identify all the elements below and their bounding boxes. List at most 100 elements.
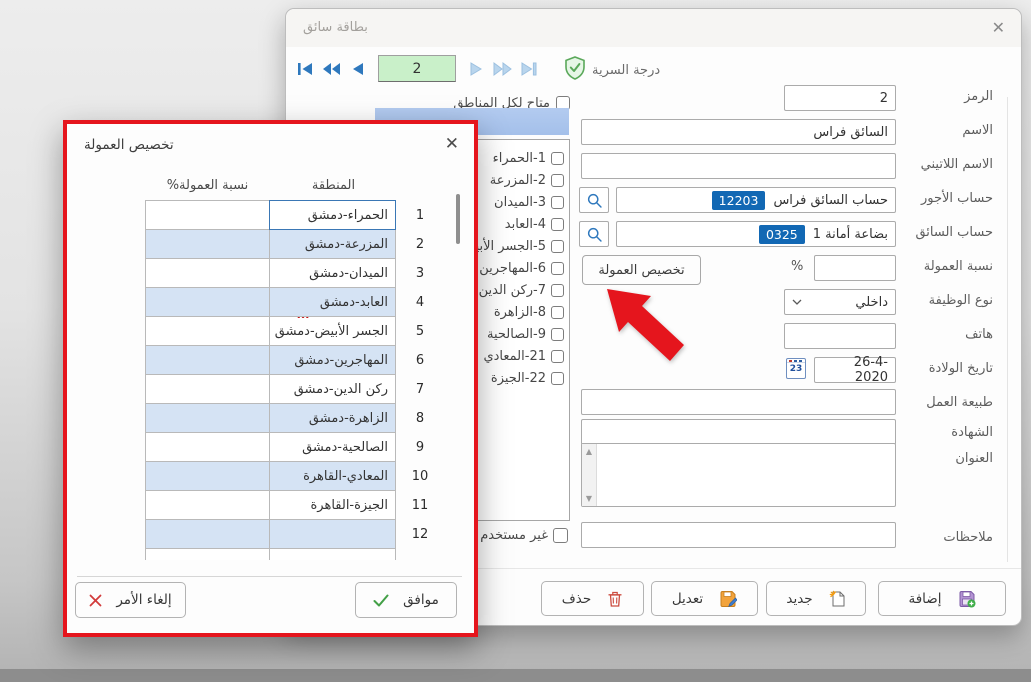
add-button[interactable]: إضافة: [878, 581, 1006, 616]
fast-forward-button[interactable]: [493, 56, 512, 82]
row-region-text: الجيزة-القاهرة: [310, 498, 388, 513]
row-region-cell[interactable]: الصالحية-دمشق: [269, 432, 396, 462]
region-label: 8-الزاهرة: [494, 305, 546, 320]
phone-input[interactable]: [784, 323, 896, 349]
row-region-cell[interactable]: المهاجرين-دمشق: [269, 345, 396, 375]
region-checkbox[interactable]: [551, 350, 564, 363]
row-region-cell[interactable]: الجسر الأبيض-دمشق: [269, 316, 396, 346]
unused-checkbox-row[interactable]: غير مستخدم: [481, 525, 568, 545]
dialog-separator: [77, 576, 462, 577]
scroll-up-icon[interactable]: ▲: [586, 447, 592, 456]
commission-cell[interactable]: [145, 548, 270, 560]
commission-column-header: نسبة العمولة%: [145, 178, 270, 193]
row-region-cell[interactable]: الحمراء-دمشق: [269, 200, 396, 230]
commission-cell[interactable]: [145, 345, 270, 375]
commission-cell[interactable]: [145, 490, 270, 520]
row-region-cell[interactable]: الجيزة-القاهرة: [269, 490, 396, 520]
region-checkbox[interactable]: [551, 262, 564, 275]
wages-account-input[interactable]: حساب السائق فراس 12203: [616, 187, 896, 213]
row-region-text: الزاهرة-دمشق: [309, 411, 388, 426]
certificate-input[interactable]: [581, 419, 896, 445]
commission-cell[interactable]: [145, 432, 270, 462]
edit-button[interactable]: تعديل: [651, 581, 758, 616]
commission-cell[interactable]: [145, 374, 270, 404]
commission-cell[interactable]: [145, 200, 270, 230]
row-region-cell[interactable]: ركن الدين-دمشق: [269, 374, 396, 404]
row-number: 12: [396, 519, 444, 549]
region-checkbox[interactable]: [551, 306, 564, 319]
job-type-select[interactable]: داخلي: [784, 289, 896, 315]
fast-back-button[interactable]: [322, 56, 341, 82]
row-number: 8: [396, 403, 444, 433]
commission-input[interactable]: [814, 255, 896, 281]
first-record-button[interactable]: [296, 56, 315, 82]
table-row: الحمراء-دمشق 1: [145, 200, 445, 230]
code-input[interactable]: 2: [784, 85, 896, 111]
right-separator: [1007, 97, 1008, 562]
previous-record-button[interactable]: [348, 56, 367, 82]
row-region-cell[interactable]: المزرعة-دمشق: [269, 229, 396, 259]
calendar-day: 23: [787, 363, 805, 376]
row-number: 10: [396, 461, 444, 491]
address-scrollbar[interactable]: ▲ ▼: [582, 444, 597, 506]
name-input[interactable]: السائق فراس: [581, 119, 896, 145]
region-checkbox[interactable]: [551, 284, 564, 297]
commission-cell[interactable]: [145, 316, 270, 346]
assign-commission-button[interactable]: تخصيص العمولة: [582, 255, 701, 285]
table-row: المهاجرين-دمشق 6: [145, 345, 445, 375]
commission-cell[interactable]: [145, 287, 270, 317]
region-checkbox[interactable]: [551, 196, 564, 209]
region-checkbox[interactable]: [551, 218, 564, 231]
region-checkbox[interactable]: [551, 152, 564, 165]
row-number: 9: [396, 432, 444, 462]
commission-cell[interactable]: [145, 461, 270, 491]
commission-cell[interactable]: [145, 258, 270, 288]
window-title: بطاقة سائق: [303, 20, 368, 35]
next-record-button[interactable]: [467, 56, 486, 82]
row-number: 1: [396, 200, 444, 230]
commission-cell[interactable]: [145, 403, 270, 433]
birth-date-input[interactable]: 26-4-2020: [814, 357, 896, 383]
close-icon[interactable]: ✕: [992, 18, 1005, 38]
scroll-down-icon[interactable]: ▼: [586, 494, 592, 503]
new-button[interactable]: جديد: [766, 581, 866, 616]
table-row: العابد-دمشق 4: [145, 287, 445, 317]
save-edit-icon: [719, 590, 737, 608]
delete-button[interactable]: حذف: [541, 581, 644, 616]
latin-name-input[interactable]: [581, 153, 896, 179]
row-region-cell[interactable]: العابد-دمشق: [269, 287, 396, 317]
close-icon[interactable]: ✕: [445, 134, 459, 154]
notes-input[interactable]: [581, 522, 896, 548]
row-region-cell[interactable]: المعادي-القاهرة: [269, 461, 396, 491]
ok-button[interactable]: موافق: [355, 582, 457, 618]
row-region-text: المهاجرين-دمشق: [294, 353, 388, 368]
region-label: 7-ركن الدين: [479, 283, 546, 298]
region-checkbox[interactable]: [551, 328, 564, 341]
region-checkbox[interactable]: [551, 240, 564, 253]
row-region-cell[interactable]: [269, 548, 396, 560]
cancel-button[interactable]: إلغاء الأمر: [75, 582, 186, 618]
row-region-cell[interactable]: الزاهرة-دمشق: [269, 403, 396, 433]
row-region-cell[interactable]: [269, 519, 396, 549]
commission-cell[interactable]: [145, 519, 270, 549]
job-type-value: داخلي: [855, 295, 888, 310]
trash-icon: [607, 590, 623, 608]
unused-checkbox[interactable]: [553, 528, 568, 543]
work-nature-input[interactable]: [581, 389, 896, 415]
region-checkbox[interactable]: [551, 372, 564, 385]
commission-cell[interactable]: [145, 229, 270, 259]
driver-account-search-button[interactable]: [579, 221, 609, 247]
region-checkbox[interactable]: [551, 174, 564, 187]
driver-account-input[interactable]: بضاعة أمانة 1 0325: [616, 221, 896, 247]
table-scrollbar-thumb[interactable]: [456, 194, 460, 244]
dialog-title: تخصيص العمولة: [84, 137, 174, 153]
address-textarea[interactable]: ▲ ▼: [581, 443, 896, 507]
table-row: الميدان-دمشق 3: [145, 258, 445, 288]
last-record-button[interactable]: [519, 56, 538, 82]
calendar-icon[interactable]: 23: [786, 358, 806, 379]
table-row: الجيزة-القاهرة 11: [145, 490, 445, 520]
row-region-cell[interactable]: الميدان-دمشق: [269, 258, 396, 288]
table-row: المعادي-القاهرة 10: [145, 461, 445, 491]
record-number-input[interactable]: 2: [378, 55, 456, 82]
wages-account-search-button[interactable]: [579, 187, 609, 213]
